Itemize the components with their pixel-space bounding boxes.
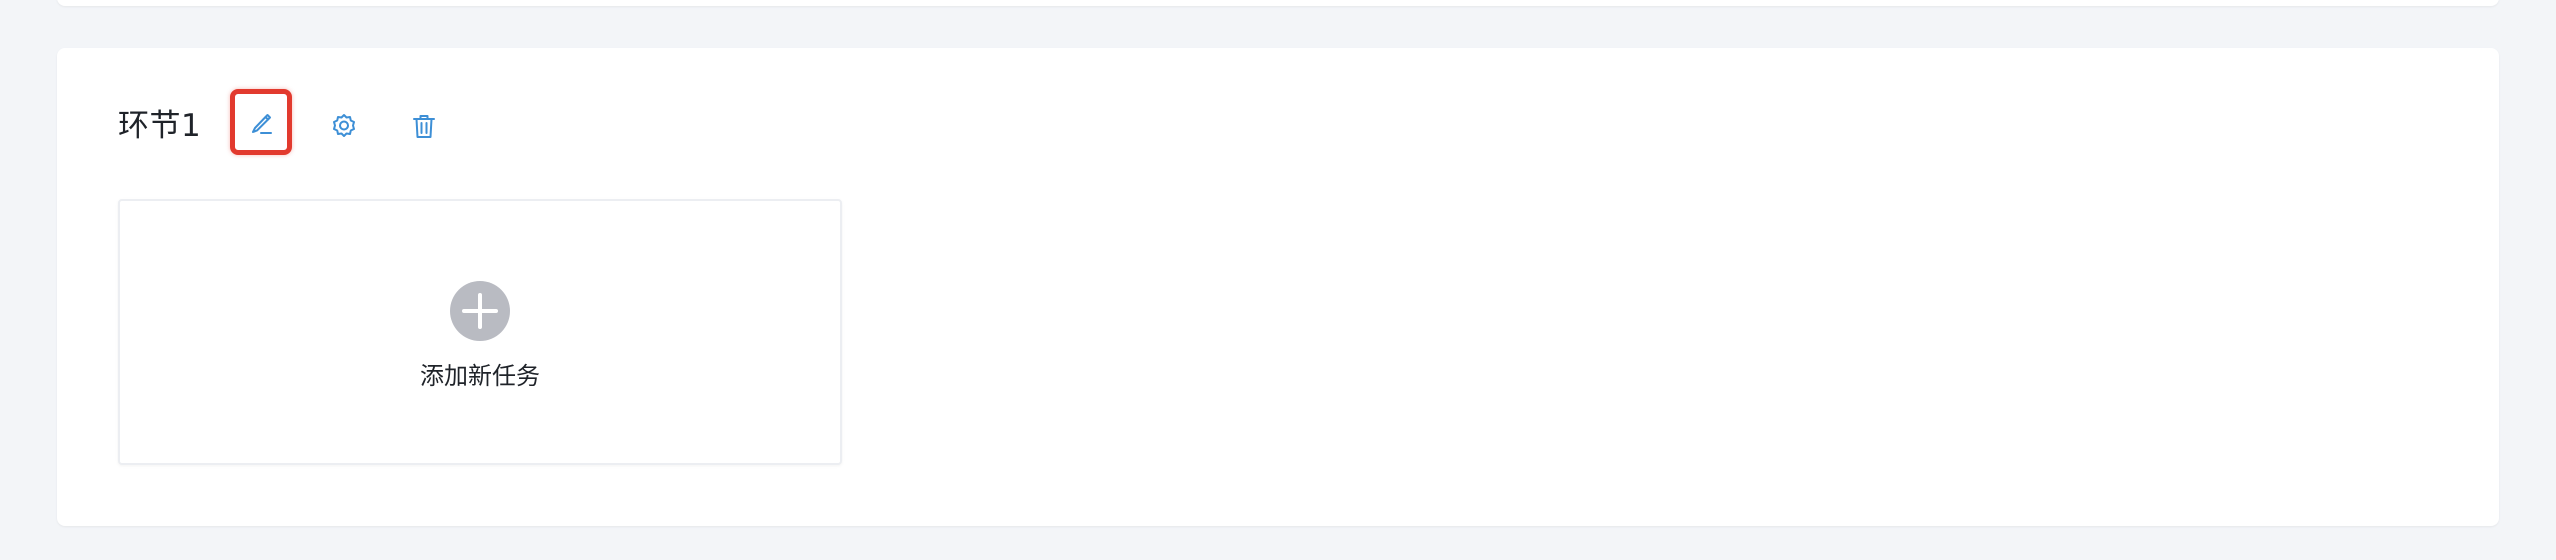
stage-settings-button[interactable] bbox=[318, 100, 370, 152]
add-task-card[interactable]: 添加新任务 bbox=[118, 199, 842, 465]
stage-title: 环节1 bbox=[118, 108, 202, 144]
delete-stage-button[interactable] bbox=[398, 100, 450, 152]
trash-icon bbox=[409, 111, 439, 141]
previous-section-card bbox=[57, 0, 2499, 6]
pen-edit-icon bbox=[246, 107, 276, 137]
gear-icon bbox=[329, 111, 359, 141]
edit-stage-button[interactable] bbox=[230, 89, 292, 155]
plus-circle-icon bbox=[450, 281, 510, 341]
add-task-label: 添加新任务 bbox=[420, 362, 540, 390]
